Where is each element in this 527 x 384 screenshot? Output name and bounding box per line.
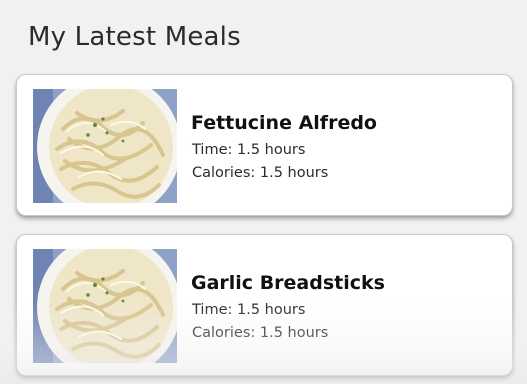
pasta-photo-icon <box>33 89 177 203</box>
meal-name: Fettucine Alfredo <box>191 112 377 134</box>
meal-time: Time: 1.5 hours <box>192 302 306 318</box>
page-title: My Latest Meals <box>28 22 241 52</box>
meal-time: Time: 1.5 hours <box>192 142 306 158</box>
meal-card-garlic-breadsticks[interactable]: Garlic Breadsticks Time: 1.5 hours Calor… <box>16 234 513 376</box>
meal-name: Garlic Breadsticks <box>191 272 385 294</box>
meal-card-fettucine-alfredo[interactable]: Fettucine Alfredo Time: 1.5 hours Calori… <box>16 74 513 216</box>
pasta-photo-icon <box>33 249 177 363</box>
meal-calories: Calories: 1.5 hours <box>192 325 329 341</box>
meal-calories: Calories: 1.5 hours <box>192 165 329 181</box>
